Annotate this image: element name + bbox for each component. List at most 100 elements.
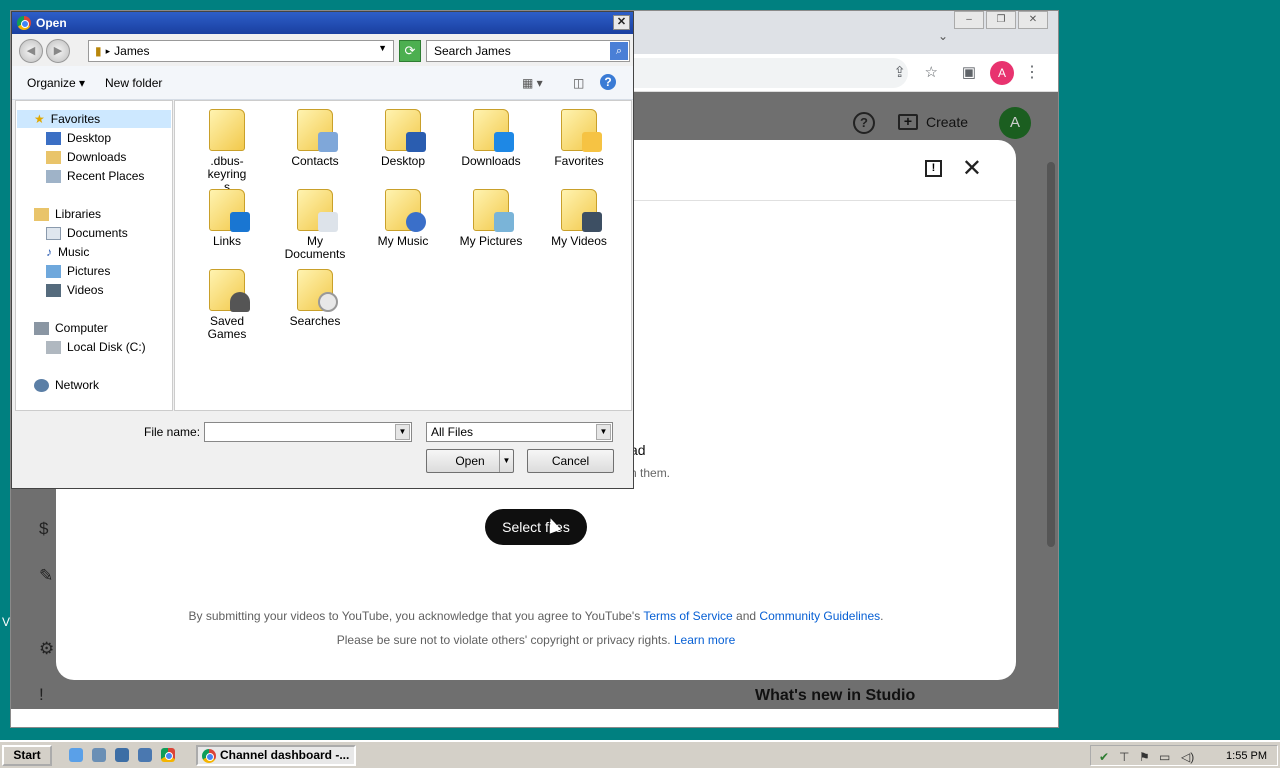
tray-update-icon[interactable]: ✔: [1099, 750, 1109, 764]
file-item[interactable]: My Videos: [543, 189, 615, 248]
cancel-button[interactable]: Cancel: [527, 449, 614, 473]
file-item[interactable]: Favorites: [543, 109, 615, 168]
file-item[interactable]: Saved Games: [191, 269, 263, 341]
search-icon[interactable]: ⌕: [610, 42, 628, 60]
minimize-button[interactable]: –: [954, 11, 984, 29]
ie-quicklaunch-icon[interactable]: [69, 748, 83, 762]
star-icon[interactable]: ☆: [925, 63, 938, 81]
organize-button[interactable]: Organize ▾: [27, 76, 85, 90]
open-split-dropdown-icon[interactable]: ▼: [499, 450, 513, 472]
file-item[interactable]: Searches: [279, 269, 351, 328]
tab-search-chevron-icon[interactable]: ⌄: [938, 29, 948, 43]
file-label: My Music: [377, 234, 429, 248]
chrome-logo-icon: [17, 16, 31, 30]
file-label: Desktop: [380, 154, 426, 168]
preview-pane-icon[interactable]: ◫: [573, 76, 584, 90]
tray-ime-icon[interactable]: ⊤: [1119, 750, 1129, 764]
folder-icon: [209, 109, 245, 151]
tray-volume-icon[interactable]: ◁): [1181, 750, 1194, 764]
learn-more-link[interactable]: Learn more: [674, 633, 735, 647]
create-button[interactable]: + Create: [897, 114, 968, 130]
task-label: Channel dashboard -...: [220, 748, 350, 762]
help-icon[interactable]: ?: [600, 74, 616, 90]
new-folder-button[interactable]: New folder: [105, 76, 162, 90]
nav-label: Favorites: [50, 112, 101, 126]
nav-local-disk[interactable]: Local Disk (C:): [17, 338, 171, 356]
tray-network-icon[interactable]: ▭: [1159, 750, 1170, 764]
profile-avatar[interactable]: A: [990, 61, 1014, 85]
feedback-icon[interactable]: !: [925, 160, 942, 177]
page-scrollbar[interactable]: [1047, 162, 1055, 547]
file-label: .dbus-keyring s: [207, 154, 247, 194]
location-bar[interactable]: ▮ ▸ James ▼: [88, 40, 394, 62]
forward-button[interactable]: ▶: [46, 39, 70, 63]
start-button[interactable]: Start: [2, 745, 52, 766]
nav-documents[interactable]: Documents: [17, 224, 171, 242]
file-item[interactable]: Downloads: [455, 109, 527, 168]
taskbar-chrome-task[interactable]: Channel dashboard -...: [196, 745, 356, 766]
sidepanel-icon[interactable]: ▣: [962, 63, 976, 81]
select-files-button[interactable]: Select files: [485, 509, 587, 545]
search-placeholder: Search James: [434, 44, 511, 58]
close-window-button[interactable]: ✕: [1018, 11, 1048, 29]
nav-label: Downloads: [67, 150, 127, 164]
disk-icon: [46, 340, 61, 354]
nav-label: Recent Places: [67, 169, 145, 183]
help-icon[interactable]: ?: [853, 112, 875, 134]
explorer-quicklaunch-icon[interactable]: [138, 748, 152, 762]
file-type-dropdown-icon[interactable]: ▼: [596, 424, 611, 440]
nav-libraries[interactable]: Libraries: [17, 205, 171, 223]
community-guidelines-link[interactable]: Community Guidelines: [759, 609, 880, 623]
videos-icon: [46, 283, 61, 297]
whats-new-heading: What's new in Studio: [755, 687, 916, 704]
close-icon[interactable]: ✕: [962, 154, 982, 183]
send-feedback-icon[interactable]: !: [39, 685, 44, 705]
nav-network[interactable]: Network: [17, 376, 171, 394]
file-item[interactable]: My Documents: [279, 189, 351, 261]
maximize-button[interactable]: ❐: [986, 11, 1016, 29]
file-item[interactable]: Desktop: [367, 109, 439, 168]
nav-music[interactable]: ♪ Music: [17, 243, 171, 261]
network-quicklaunch-icon[interactable]: [92, 748, 106, 762]
create-video-icon: +: [897, 114, 918, 130]
channel-avatar[interactable]: A: [999, 107, 1031, 139]
nav-label: Videos: [67, 283, 104, 297]
chrome-quicklaunch-icon[interactable]: [161, 748, 175, 762]
nav-pictures[interactable]: Pictures: [17, 262, 171, 280]
view-options-icon[interactable]: ▦ ▾: [522, 76, 543, 90]
open-file-dialog: Open ✕ ◀ ▶ ▮ ▸ James ▼ ⟳ Search James ⌕ …: [11, 11, 634, 489]
nav-label: Computer: [55, 321, 108, 335]
file-item[interactable]: Links: [191, 189, 263, 248]
nav-recent-places[interactable]: Recent Places: [17, 167, 171, 185]
open-button[interactable]: Open ▼: [426, 449, 514, 473]
refresh-button[interactable]: ⟳: [399, 40, 421, 62]
nav-label: Music: [58, 245, 90, 259]
monetization-icon[interactable]: $: [39, 519, 48, 539]
documents-folder-icon: [297, 189, 338, 232]
desktop-quicklaunch-icon[interactable]: [115, 748, 129, 762]
file-item[interactable]: My Music: [367, 189, 439, 248]
file-name-dropdown-icon[interactable]: ▼: [395, 424, 410, 440]
nav-downloads[interactable]: Downloads: [17, 148, 171, 166]
dialog-close-button[interactable]: ✕: [613, 15, 630, 30]
nav-favorites[interactable]: ★ Favorites: [17, 110, 171, 128]
tray-flag-icon[interactable]: ⚑: [1139, 750, 1150, 764]
settings-icon[interactable]: ⚙: [39, 639, 54, 659]
terms-of-service-link[interactable]: Terms of Service: [643, 609, 732, 623]
file-type-select[interactable]: All Files ▼: [426, 422, 613, 442]
nav-desktop[interactable]: Desktop: [17, 129, 171, 147]
file-item[interactable]: My Pictures: [455, 189, 527, 248]
desktop-label-fragment: V: [2, 615, 11, 629]
nav-label: Libraries: [55, 207, 102, 221]
location-dropdown-icon[interactable]: ▼: [378, 43, 387, 53]
share-icon[interactable]: ⇪: [893, 63, 906, 81]
nav-videos[interactable]: Videos: [17, 281, 171, 299]
search-input[interactable]: Search James ⌕: [426, 40, 630, 62]
back-button[interactable]: ◀: [19, 39, 43, 63]
customization-icon[interactable]: ✎: [39, 566, 53, 586]
file-name-input[interactable]: ▼: [204, 422, 412, 442]
file-item[interactable]: .dbus-keyring s: [191, 109, 263, 194]
nav-computer[interactable]: Computer: [17, 319, 171, 337]
file-item[interactable]: Contacts: [279, 109, 351, 168]
menu-icon[interactable]: ⋮: [1024, 62, 1040, 82]
